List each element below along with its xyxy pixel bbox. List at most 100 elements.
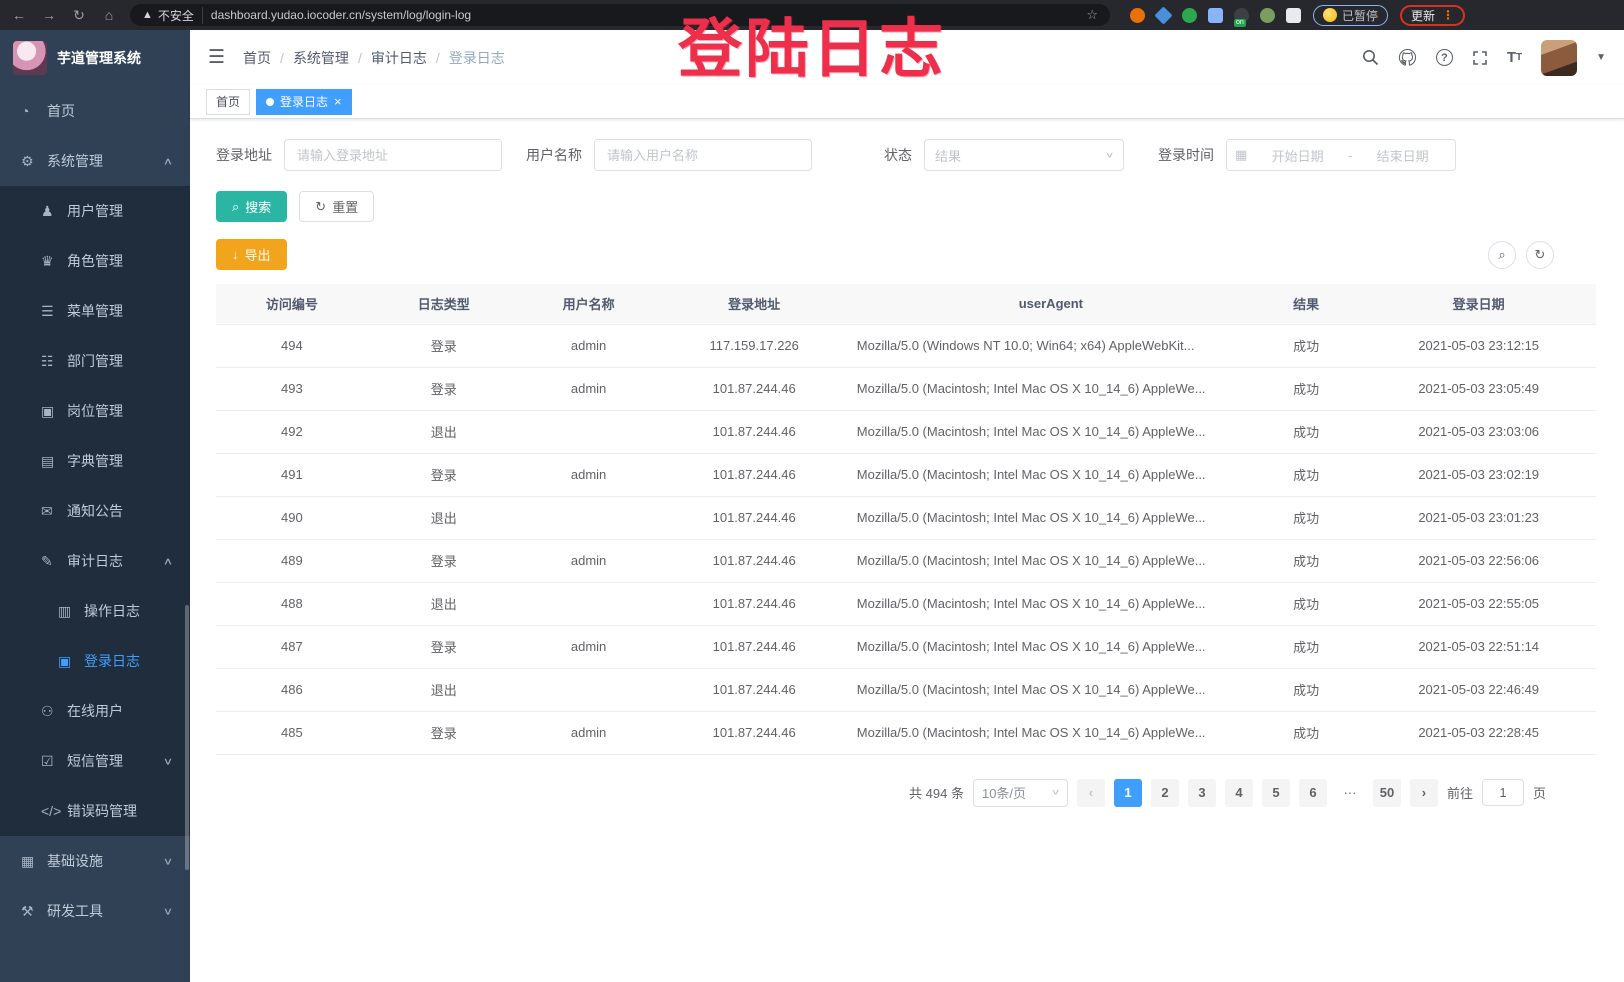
sidebar-item-operate-log[interactable]: ▥操作日志 — [0, 586, 190, 636]
sidebar-item-sms-mgmt[interactable]: ☑短信管理∨ — [0, 736, 190, 786]
username-input[interactable] — [594, 139, 812, 171]
sidebar-scrollbar[interactable] — [185, 605, 189, 870]
sidebar-item-label: 部门管理 — [67, 351, 123, 371]
ext-orange-icon[interactable] — [1130, 8, 1145, 23]
forward-icon[interactable]: → — [40, 7, 58, 23]
chevron-down-icon[interactable]: ▼ — [1596, 52, 1606, 63]
sidebar-item-notice[interactable]: ✉通知公告 — [0, 486, 190, 536]
dict-icon: ▤ — [41, 453, 67, 470]
browser-menu-icon[interactable]: ⋮ — [1442, 8, 1454, 22]
security-warning-label: 不安全 — [158, 7, 194, 24]
goto-page-input[interactable] — [1482, 779, 1524, 806]
table-row[interactable]: 490退出101.87.244.46Mozilla/5.0 (Macintosh… — [216, 496, 1596, 539]
sidebar-item-home[interactable]: ◔首页 — [0, 86, 190, 136]
close-tab-icon[interactable]: × — [334, 95, 342, 108]
user-avatar[interactable] — [1541, 40, 1577, 76]
status-select-placeholder: 结果 — [935, 146, 961, 165]
table-row[interactable]: 488退出101.87.244.46Mozilla/5.0 (Macintosh… — [216, 582, 1596, 625]
sidebar-item-dict-mgmt[interactable]: ▤字典管理 — [0, 436, 190, 486]
sidebar-item-menu-mgmt[interactable]: ☰菜单管理 — [0, 286, 190, 336]
paused-extension-badge[interactable]: 已暂停 — [1313, 5, 1388, 26]
cell-id: 492 — [216, 410, 368, 453]
github-icon[interactable] — [1398, 48, 1417, 67]
breadcrumb-item-1[interactable]: 首页 — [243, 48, 271, 68]
ext-on-icon[interactable]: on — [1234, 8, 1249, 23]
extensions-row: on — [1130, 8, 1301, 23]
page-button-1[interactable]: 1 — [1114, 779, 1142, 807]
end-date-placeholder[interactable]: 结束日期 — [1358, 146, 1447, 165]
status-select[interactable]: 结果 ∨ — [924, 139, 1124, 171]
sidebar-item-system[interactable]: ⚙系统管理∧ — [0, 136, 190, 186]
more-pages-icon[interactable]: ··· — [1336, 779, 1364, 807]
cell-user — [520, 496, 658, 539]
sidebar-item-user-mgmt[interactable]: ♟用户管理 — [0, 186, 190, 236]
breadcrumb-item-2[interactable]: 系统管理 — [293, 48, 349, 68]
fullscreen-icon[interactable] — [1472, 50, 1488, 66]
table-row[interactable]: 491登录admin101.87.244.46Mozilla/5.0 (Maci… — [216, 453, 1596, 496]
back-icon[interactable]: ← — [10, 7, 28, 23]
cell-result: 成功 — [1251, 668, 1361, 711]
page-size-select[interactable]: 10条/页 ∨ — [973, 779, 1068, 807]
login-time-range-picker[interactable]: ▦ 开始日期 - 结束日期 — [1226, 139, 1456, 171]
sidebar-item-devtool[interactable]: ⚒研发工具∨ — [0, 886, 190, 936]
next-page-button[interactable]: › — [1410, 779, 1438, 807]
page-button-3[interactable]: 3 — [1188, 779, 1216, 807]
tab-首页[interactable]: 首页 — [206, 89, 250, 115]
page-button-50[interactable]: 50 — [1373, 779, 1401, 807]
page-button-4[interactable]: 4 — [1225, 779, 1253, 807]
sidebar-item-dept-mgmt[interactable]: ☷部门管理 — [0, 336, 190, 386]
toggle-search-icon-button[interactable]: ⌕ — [1488, 241, 1516, 269]
table-row[interactable]: 485登录admin101.87.244.46Mozilla/5.0 (Maci… — [216, 711, 1596, 754]
breadcrumb-item-3[interactable]: 审计日志 — [371, 48, 427, 68]
page-button-5[interactable]: 5 — [1262, 779, 1290, 807]
tab-登录日志[interactable]: 登录日志× — [256, 89, 352, 115]
sidebar-item-label: 菜单管理 — [67, 301, 123, 321]
sidebar-item-label: 岗位管理 — [67, 401, 123, 421]
sidebar-item-post-mgmt[interactable]: ▣岗位管理 — [0, 386, 190, 436]
reload-icon[interactable]: ↻ — [70, 7, 88, 24]
table-row[interactable]: 493登录admin101.87.244.46Mozilla/5.0 (Maci… — [216, 367, 1596, 410]
ext-blue-diamond-icon[interactable] — [1154, 6, 1172, 24]
home-icon[interactable]: ⌂ — [100, 7, 118, 23]
table-row[interactable]: 489登录admin101.87.244.46Mozilla/5.0 (Maci… — [216, 539, 1596, 582]
collapse-sidebar-icon[interactable]: ☰ — [208, 46, 225, 69]
search-button[interactable]: ⌕ 搜索 — [216, 191, 287, 222]
table-row[interactable]: 492退出101.87.244.46Mozilla/5.0 (Macintosh… — [216, 410, 1596, 453]
reset-button[interactable]: ↻ 重置 — [299, 191, 374, 222]
cell-id: 494 — [216, 324, 368, 367]
sidebar-item-infra[interactable]: ▦基础设施∨ — [0, 836, 190, 886]
table-row[interactable]: 494登录admin117.159.17.226Mozilla/5.0 (Win… — [216, 324, 1596, 367]
ext-puzzle-icon[interactable] — [1286, 8, 1301, 23]
app-logo-avatar — [13, 41, 47, 75]
ext-grid-icon[interactable] — [1208, 8, 1223, 23]
export-button[interactable]: ↓ 导出 — [216, 239, 287, 270]
ext-green-check-icon[interactable] — [1182, 8, 1197, 23]
cell-result: 成功 — [1251, 324, 1361, 367]
cell-ip: 101.87.244.46 — [658, 582, 851, 625]
sidebar-item-online-user[interactable]: ⚇在线用户 — [0, 686, 190, 736]
url-text[interactable]: dashboard.yudao.iocoder.cn/system/log/lo… — [211, 8, 471, 22]
address-bar[interactable]: ▲ 不安全 dashboard.yudao.iocoder.cn/system/… — [130, 4, 1110, 26]
bookmark-star-icon[interactable]: ☆ — [1086, 7, 1098, 23]
font-size-icon[interactable]: TT — [1507, 49, 1522, 66]
sidebar-item-errcode[interactable]: </>错误码管理 — [0, 786, 190, 836]
prev-page-button[interactable]: ‹ — [1077, 779, 1105, 807]
search-icon[interactable] — [1362, 49, 1379, 66]
sidebar-logo-row[interactable]: 芋道管理系统 — [0, 30, 190, 86]
ext-leaf-icon[interactable] — [1260, 8, 1275, 23]
start-date-placeholder[interactable]: 开始日期 — [1253, 146, 1342, 165]
table-row[interactable]: 487登录admin101.87.244.46Mozilla/5.0 (Maci… — [216, 625, 1596, 668]
sidebar-item-login-log[interactable]: ▣登录日志 — [0, 636, 190, 686]
username-label: 用户名称 — [526, 145, 582, 165]
security-status[interactable]: ▲ 不安全 — [142, 7, 203, 24]
table-row[interactable]: 486退出101.87.244.46Mozilla/5.0 (Macintosh… — [216, 668, 1596, 711]
audit-icon: ✎ — [41, 553, 67, 570]
refresh-table-icon-button[interactable]: ↻ — [1526, 241, 1554, 269]
help-icon[interactable]: ? — [1436, 49, 1453, 66]
login-address-input[interactable] — [284, 139, 502, 171]
sidebar-item-audit-log[interactable]: ✎审计日志∧ — [0, 536, 190, 586]
browser-update-button[interactable]: 更新 ⋮ — [1400, 5, 1465, 26]
sidebar-item-role-mgmt[interactable]: ♛角色管理 — [0, 236, 190, 286]
page-button-6[interactable]: 6 — [1299, 779, 1327, 807]
page-button-2[interactable]: 2 — [1151, 779, 1179, 807]
